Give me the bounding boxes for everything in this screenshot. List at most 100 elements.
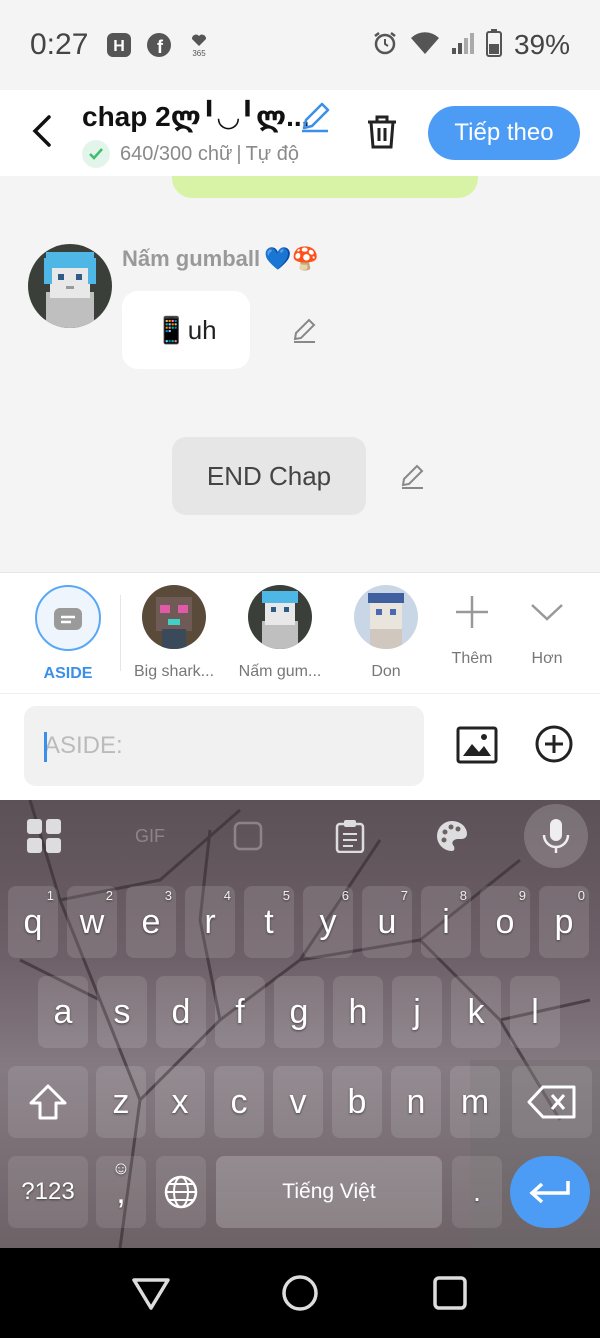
key-label: t (264, 902, 274, 941)
more-label: Hơn (531, 650, 563, 667)
battery-percent: 39% (513, 29, 570, 60)
character-label: Don (371, 663, 401, 680)
message-input-row: ASIDE: (0, 694, 600, 800)
add-label: Thêm (451, 650, 493, 667)
edit-message-button[interactable] (290, 316, 318, 344)
clipboard-button[interactable] (330, 816, 370, 856)
key-m[interactable]: m (450, 1066, 500, 1138)
character-selector: ASIDE Big shark... Nấm gum... Don Thêm H… (0, 572, 600, 694)
key-d[interactable]: d (156, 976, 206, 1048)
key-j[interactable]: j (392, 976, 442, 1048)
delete-button[interactable] (362, 112, 402, 152)
key-e[interactable]: e3 (126, 886, 176, 958)
message-bubble[interactable]: 📱uh (122, 291, 250, 369)
character-don[interactable]: Don (336, 585, 436, 681)
emoji-icon: ☺ (111, 1158, 131, 1178)
character-nam-gumball[interactable]: Nấm gum... (230, 585, 330, 681)
avatar[interactable] (28, 244, 112, 328)
key-y[interactable]: y6 (303, 886, 353, 958)
separator: | (236, 142, 242, 165)
signal-icon (451, 30, 474, 61)
wifi-icon (410, 30, 440, 61)
symbols-key[interactable]: ?123 (8, 1156, 88, 1228)
end-chap-bubble[interactable]: END Chap (172, 437, 366, 515)
key-b[interactable]: b (332, 1066, 382, 1138)
pencil-icon (293, 318, 316, 343)
battery-icon (485, 28, 502, 62)
voice-input-button[interactable] (524, 804, 588, 868)
insert-image-button[interactable] (456, 724, 498, 766)
character-big-shark[interactable]: Big shark... (124, 585, 224, 681)
key-label: h (348, 992, 368, 1031)
chapter-title[interactable]: chap 2ლ╹◡╹ლ... (82, 100, 309, 133)
chevron-left-icon (32, 115, 51, 147)
triangle-back-icon (132, 1278, 170, 1310)
edit-title-button[interactable] (298, 100, 332, 134)
key-s[interactable]: s (97, 976, 147, 1048)
key-hint: 9 (518, 888, 526, 903)
key-c[interactable]: c (214, 1066, 264, 1138)
nav-back-button[interactable] (128, 1270, 174, 1316)
key-x[interactable]: x (155, 1066, 205, 1138)
key-r[interactable]: r4 (185, 886, 235, 958)
globe-icon (164, 1175, 198, 1209)
key-label: l (531, 992, 539, 1031)
key-u[interactable]: u7 (362, 886, 412, 958)
key-label: u (377, 902, 397, 941)
key-label: p (554, 902, 574, 941)
sticker-button[interactable] (228, 816, 268, 856)
avatar (248, 585, 312, 649)
key-v[interactable]: v (273, 1066, 323, 1138)
text-caret (44, 732, 47, 762)
shift-key[interactable] (8, 1066, 88, 1138)
keyboard: GIF q1w2e3r4t5y6u7i8o9p0 asdfghjkl zxcvbnm… (0, 800, 600, 1248)
backspace-key[interactable] (512, 1066, 592, 1138)
key-t[interactable]: t5 (244, 886, 294, 958)
key-label: s (113, 992, 131, 1031)
previous-message-bubble[interactable] (172, 176, 478, 198)
edit-end-button[interactable] (398, 462, 426, 490)
microphone-icon (542, 819, 570, 853)
key-w[interactable]: w2 (67, 886, 117, 958)
add-content-button[interactable] (534, 724, 574, 764)
nav-recents-button[interactable] (427, 1270, 473, 1316)
character-label: Nấm gum... (238, 663, 322, 680)
word-count-row: 640/300 chữ | Tự độ (82, 140, 299, 168)
next-button[interactable]: Tiếp theo (428, 106, 580, 160)
key-i[interactable]: i8 (421, 886, 471, 958)
key-k[interactable]: k (451, 976, 501, 1048)
key-n[interactable]: n (391, 1066, 441, 1138)
key-o[interactable]: o9 (480, 886, 530, 958)
language-key[interactable] (156, 1156, 206, 1228)
chevron-down-icon (531, 604, 563, 621)
palette-icon (437, 821, 467, 851)
space-key[interactable]: Tiếng Việt (216, 1156, 442, 1228)
key-a[interactable]: a (38, 976, 88, 1048)
key-label: n (406, 1082, 426, 1121)
key-f[interactable]: f (215, 976, 265, 1048)
nav-home-button[interactable] (277, 1270, 323, 1316)
period-key[interactable]: . (452, 1156, 502, 1228)
clipboard-icon (335, 820, 365, 853)
back-button[interactable] (24, 110, 60, 152)
key-label: x (171, 1082, 189, 1121)
message-input[interactable]: ASIDE: (24, 706, 424, 786)
svg-text:f: f (157, 37, 164, 57)
key-label: i (442, 902, 450, 941)
character-aside[interactable]: ASIDE (18, 585, 118, 683)
comma-key[interactable]: , ☺ (96, 1156, 146, 1228)
key-g[interactable]: g (274, 976, 324, 1048)
key-p[interactable]: p0 (539, 886, 589, 958)
key-l[interactable]: l (510, 976, 560, 1048)
theme-button[interactable] (432, 816, 472, 856)
enter-key[interactable] (510, 1156, 590, 1228)
key-z[interactable]: z (96, 1066, 146, 1138)
more-characters-button[interactable]: Hơn (512, 593, 582, 668)
key-h[interactable]: h (333, 976, 383, 1048)
gif-button[interactable]: GIF (128, 816, 172, 856)
sticker-icon (233, 821, 263, 851)
key-q[interactable]: q1 (8, 886, 58, 958)
apps-grid-button[interactable] (24, 816, 64, 856)
add-character-button[interactable]: Thêm (437, 593, 507, 668)
pencil-icon (401, 464, 424, 489)
